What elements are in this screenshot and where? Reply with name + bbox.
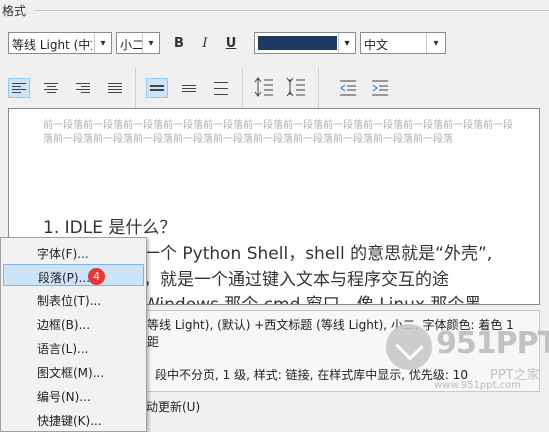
menu-item-shortcut-key[interactable]: 快捷键(K)... bbox=[3, 408, 144, 430]
menu-item-label: 字体(F)... bbox=[37, 247, 89, 261]
font-size-value: 小二 bbox=[120, 38, 145, 52]
format-section-title: 格式 bbox=[2, 4, 27, 18]
watermark-logo: 951PPT PPT之家 www.951ppt.com bbox=[382, 322, 549, 408]
align-right-button[interactable] bbox=[72, 78, 94, 98]
toolbar-separator bbox=[242, 68, 243, 110]
toolbar-separator bbox=[135, 68, 136, 110]
language-value: 中文 bbox=[364, 38, 389, 52]
menu-item-label: 制表位(T)... bbox=[37, 294, 102, 308]
preview-heading: 1. IDLE 是什么？ bbox=[43, 218, 177, 238]
watermark-url: www.951ppt.com bbox=[434, 380, 522, 391]
preview-line: ，就是一个通过键入文本与程序交互的途 bbox=[143, 270, 449, 290]
decrease-space-before-icon[interactable] bbox=[286, 76, 306, 98]
single-spacing-button[interactable] bbox=[146, 78, 168, 98]
chevron-down-icon[interactable]: ▾ bbox=[426, 33, 445, 53]
menu-item-label: 边框(B)... bbox=[37, 318, 91, 332]
decrease-indent-icon[interactable] bbox=[338, 78, 358, 98]
double-spacing-button[interactable] bbox=[210, 78, 232, 98]
menu-item-frame[interactable]: 图文框(M)... bbox=[3, 360, 144, 382]
increase-space-before-icon[interactable] bbox=[254, 76, 274, 98]
font-name-value: 等线 Light (中文 bbox=[12, 38, 92, 52]
font-color-picker[interactable]: ▾ bbox=[254, 32, 356, 54]
menu-item-border[interactable]: 边框(B)... bbox=[3, 312, 144, 334]
bold-button[interactable]: B bbox=[169, 33, 189, 53]
group-divider bbox=[34, 10, 549, 11]
menu-item-numbering[interactable]: 编号(N)... bbox=[3, 384, 144, 406]
one-half-spacing-button[interactable] bbox=[178, 78, 200, 98]
chevron-down-icon[interactable]: ▾ bbox=[338, 33, 355, 53]
watermark-brand: 951PPT bbox=[436, 326, 549, 361]
step-badge: 4 bbox=[88, 268, 105, 285]
language-combo[interactable]: 中文 ▾ bbox=[360, 32, 446, 54]
chevron-down-icon[interactable]: ▾ bbox=[94, 33, 111, 53]
menu-item-label: 段落(P)... bbox=[38, 271, 91, 285]
menu-item-tabs[interactable]: 制表位(T)... bbox=[3, 288, 144, 310]
menu-item-label: 快捷键(K)... bbox=[37, 414, 102, 428]
font-name-combo[interactable]: 等线 Light (中文 ▾ bbox=[8, 32, 112, 54]
format-dropdown-menu: 字体(F)... 段落(P)... 4 制表位(T)... 边框(B)... 语… bbox=[0, 237, 147, 432]
menu-item-label: 编号(N)... bbox=[37, 390, 91, 404]
toolbar-separator bbox=[318, 68, 319, 110]
chevron-down-icon[interactable]: ▾ bbox=[142, 33, 159, 53]
description-line: 距 bbox=[147, 335, 160, 349]
previous-paragraph-sample: 前一段落前一段落前一段落前一段落前一段落前一段落前一段落前一段落前一段落前一段落… bbox=[43, 120, 513, 145]
align-center-button[interactable] bbox=[40, 78, 62, 98]
auto-update-label[interactable]: 动更新(U) bbox=[146, 398, 200, 415]
preview-line: 一个 Python Shell，shell 的意思就是“外壳”, bbox=[143, 244, 493, 264]
menu-item-label: 图文框(M)... bbox=[37, 366, 105, 380]
menu-item-font[interactable]: 字体(F)... bbox=[3, 241, 144, 263]
preview-line: Windows 那个 cmd 窗口，像 Linux 那个黑 bbox=[143, 295, 482, 305]
font-size-combo[interactable]: 小二 ▾ bbox=[116, 32, 160, 54]
menu-item-paragraph[interactable]: 段落(P)... 4 bbox=[3, 264, 144, 286]
font-color-swatch bbox=[258, 36, 337, 50]
justify-button[interactable] bbox=[104, 78, 126, 98]
italic-button[interactable]: I bbox=[195, 33, 215, 53]
underline-button[interactable]: U bbox=[221, 33, 241, 53]
align-left-button[interactable] bbox=[8, 78, 30, 98]
menu-item-label: 语言(L)... bbox=[37, 342, 89, 356]
menu-item-language[interactable]: 语言(L)... bbox=[3, 336, 144, 358]
increase-indent-icon[interactable] bbox=[370, 78, 390, 98]
